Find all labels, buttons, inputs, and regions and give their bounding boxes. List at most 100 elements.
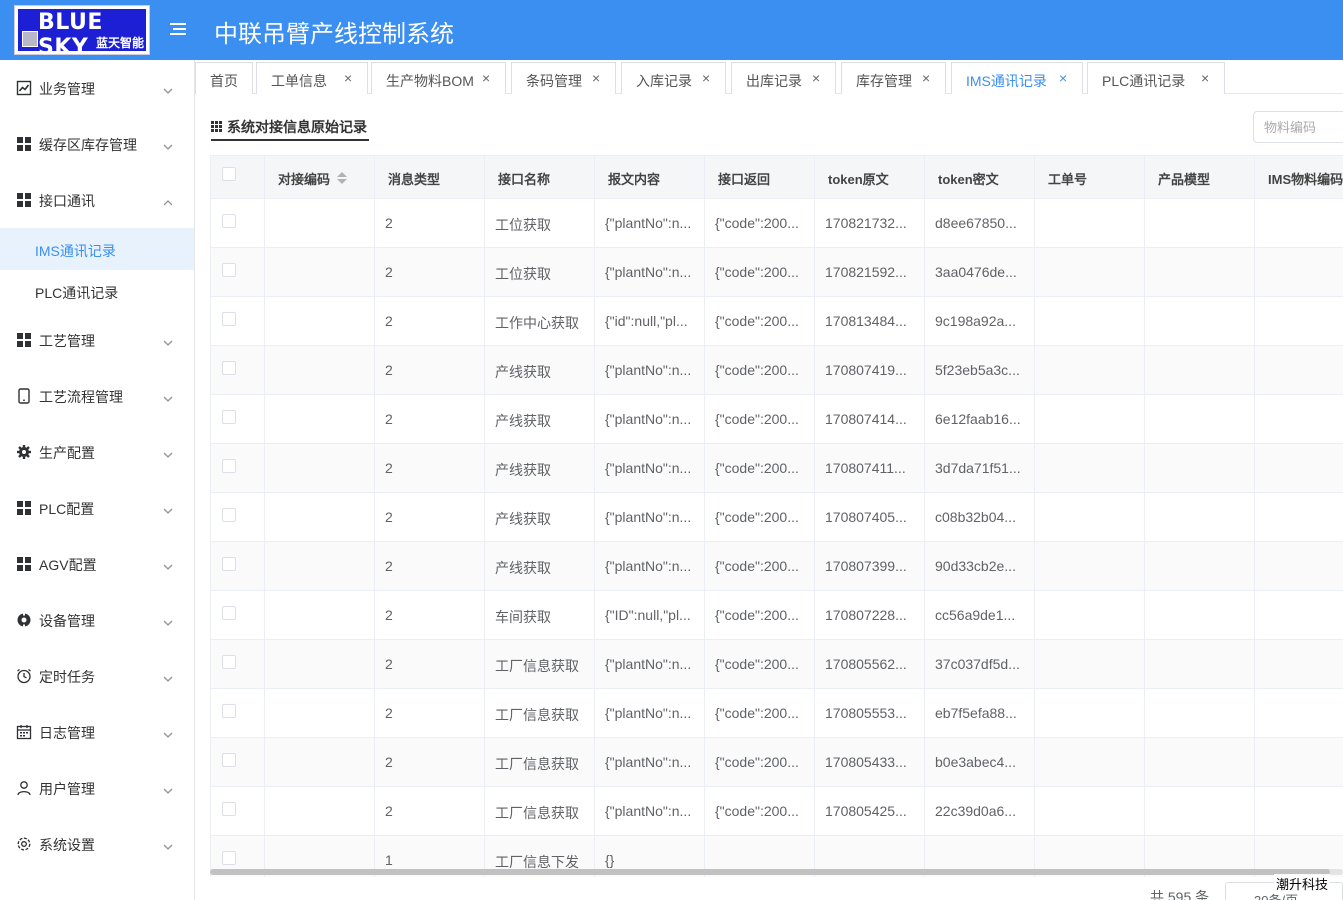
sidebar-item-5[interactable]: 工艺流程管理 (0, 368, 195, 424)
sidebar-item-12[interactable]: 用户管理 (0, 760, 195, 816)
row-checkbox-cell (211, 787, 265, 835)
table-row[interactable]: 2 产线获取 {"plantNo":n... {"code":200... 170807… (211, 346, 1343, 395)
sidebar-item-11[interactable]: 日志管理 (0, 704, 195, 760)
cell-text: {"code":200... (715, 558, 799, 574)
column-header-1[interactable]: 对接编码 (265, 156, 375, 199)
sidebar-item-13[interactable]: 系统设置 (0, 816, 195, 872)
row-checkbox[interactable] (222, 508, 236, 522)
table-row[interactable]: 2 工厂信息获取 {"plantNo":n... {"code":200... 1708… (211, 689, 1343, 738)
table-row[interactable]: 2 产线获取 {"plantNo":n... {"code":200... 170807… (211, 444, 1343, 493)
table-row[interactable]: 2 工作中心获取 {"id":null,"pl... {"code":200... 17… (211, 297, 1343, 346)
column-header-label: token原文 (828, 172, 889, 187)
select-all-checkbox[interactable] (222, 167, 236, 181)
hamburger-menu-icon[interactable] (170, 20, 188, 38)
table-cell: b0e3abec4... (925, 738, 1035, 786)
column-header-3: 接口名称 (485, 156, 595, 199)
tab-4[interactable]: 条码管理 × (511, 62, 616, 94)
tab-2[interactable]: 工单信息 × (256, 62, 368, 94)
section-title-tab[interactable]: 系统对接信息原始记录 (211, 117, 369, 141)
sidebar-item-9[interactable]: 设备管理 (0, 592, 195, 648)
material-code-search-input[interactable] (1253, 111, 1343, 143)
table-cell: 2 (375, 346, 485, 394)
table-row[interactable]: 2 产线获取 {"plantNo":n... {"code":200... 170807… (211, 395, 1343, 444)
table-cell: 工厂信息获取 (485, 738, 595, 786)
table-row[interactable]: 2 产线获取 {"plantNo":n... {"code":200... 170807… (211, 493, 1343, 542)
close-icon[interactable]: × (702, 70, 710, 86)
tab-1[interactable]: 首页 (195, 62, 253, 94)
tab-5[interactable]: 入库记录 × (621, 62, 726, 94)
table-cell: 170807228... (815, 591, 925, 639)
table-cell (1145, 689, 1255, 737)
column-header-4: 报文内容 (595, 156, 705, 199)
table-row[interactable]: 2 工厂信息获取 {"plantNo":n... {"code":200... 1708… (211, 738, 1343, 787)
table-cell (1035, 689, 1145, 737)
sidebar-item-6[interactable]: 生产配置 (0, 424, 195, 480)
cell-text: {"id":null,"pl... (605, 313, 688, 329)
tab-9[interactable]: PLC通讯记录 × (1087, 62, 1225, 94)
row-checkbox[interactable] (222, 263, 236, 277)
table-row[interactable]: 2 产线获取 {"plantNo":n... {"code":200... 170807… (211, 542, 1343, 591)
sidebar-item-2[interactable]: 缓存区库存管理 (0, 116, 195, 172)
tab-3[interactable]: 生产物料BOM × (371, 62, 506, 94)
row-checkbox[interactable] (222, 214, 236, 228)
column-header-6: token原文 (815, 156, 925, 199)
grid-icon (16, 136, 32, 152)
close-icon[interactable]: × (1201, 70, 1209, 86)
sidebar-item-label: 设备管理 (39, 613, 95, 629)
row-checkbox[interactable] (222, 459, 236, 473)
table-cell: {"code":200... (705, 738, 815, 786)
table-cell: 170821592... (815, 248, 925, 296)
sidebar-item-1[interactable]: 业务管理 (0, 60, 195, 116)
tab-7[interactable]: 库存管理 × (841, 62, 946, 94)
row-checkbox[interactable] (222, 753, 236, 767)
sidebar-item-7[interactable]: PLC配置 (0, 480, 195, 536)
table-row[interactable]: 2 工厂信息获取 {"plantNo":n... {"code":200... 1708… (211, 787, 1343, 836)
row-checkbox[interactable] (222, 557, 236, 571)
table-cell (1035, 248, 1145, 296)
sidebar-subitem-1[interactable]: IMS通讯记录 (0, 228, 194, 270)
cell-text: 170805425... (825, 803, 907, 819)
tab-8[interactable]: IMS通讯记录 × (951, 62, 1083, 94)
table-row[interactable]: 2 工位获取 {"plantNo":n... {"code":200... 170821… (211, 199, 1343, 248)
sidebar-item-10[interactable]: 定时任务 (0, 648, 195, 704)
table-cell: 产线获取 (485, 395, 595, 443)
sidebar-item-label: AGV配置 (39, 557, 97, 573)
tab-6[interactable]: 出库记录 × (731, 62, 836, 94)
sidebar-subitem-2[interactable]: PLC通讯记录 (0, 270, 194, 312)
table-row[interactable]: 2 工厂信息获取 {"plantNo":n... {"code":200... 1708… (211, 640, 1343, 689)
close-icon[interactable]: × (1059, 70, 1067, 86)
table-cell (1035, 738, 1145, 786)
cell-text: 170805433... (825, 754, 907, 770)
close-icon[interactable]: × (344, 70, 352, 86)
cell-text: 2 (385, 607, 393, 623)
grid-icon (16, 500, 32, 516)
table-cell (265, 591, 375, 639)
horizontal-scrollbar[interactable] (210, 869, 1343, 875)
cell-text: {"ID":null,"pl... (605, 607, 691, 623)
close-icon[interactable]: × (812, 70, 820, 86)
table-row[interactable]: 2 工位获取 {"plantNo":n... {"code":200... 170821… (211, 248, 1343, 297)
close-icon[interactable]: × (922, 70, 930, 86)
sidebar-item-3[interactable]: 接口通讯 (0, 172, 195, 228)
row-checkbox[interactable] (222, 851, 236, 865)
row-checkbox[interactable] (222, 312, 236, 326)
table-cell (265, 689, 375, 737)
tab-label: PLC通讯记录 (1102, 73, 1186, 89)
sort-icon[interactable] (337, 172, 347, 184)
scrollbar-thumb[interactable] (210, 869, 1330, 875)
row-checkbox[interactable] (222, 704, 236, 718)
row-checkbox[interactable] (222, 606, 236, 620)
sidebar-item-4[interactable]: 工艺管理 (0, 312, 195, 368)
row-checkbox[interactable] (222, 361, 236, 375)
cell-text: 1 (385, 852, 393, 868)
close-icon[interactable]: × (592, 70, 600, 86)
row-checkbox[interactable] (222, 655, 236, 669)
row-checkbox[interactable] (222, 802, 236, 816)
table-cell: 工厂信息获取 (485, 640, 595, 688)
close-icon[interactable]: × (482, 70, 490, 86)
top-header: BLUE SKY 蓝天智能 中联吊臂产线控制系统 (0, 0, 1343, 60)
table-row[interactable]: 2 车间获取 {"ID":null,"pl... {"code":200... 1708… (211, 591, 1343, 640)
row-checkbox[interactable] (222, 410, 236, 424)
table-cell: {"plantNo":n... (595, 444, 705, 492)
sidebar-item-8[interactable]: AGV配置 (0, 536, 195, 592)
